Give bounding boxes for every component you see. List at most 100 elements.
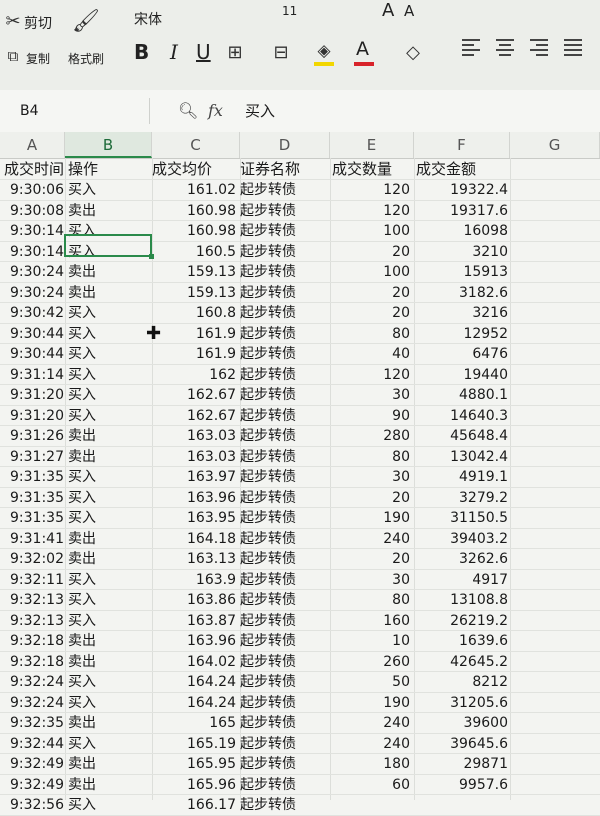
cell[interactable]: 164.02 — [150, 652, 238, 673]
cell[interactable]: 起步转债 — [240, 344, 330, 365]
cell[interactable]: 起步转债 — [240, 508, 330, 529]
cell[interactable]: 起步转债 — [240, 201, 330, 222]
cell[interactable]: 26219.2 — [414, 611, 510, 632]
cell[interactable]: 190 — [330, 508, 412, 529]
cell[interactable]: 10 — [330, 631, 412, 652]
cell[interactable]: 19440 — [414, 365, 510, 386]
cell[interactable]: 卖出 — [66, 529, 154, 550]
cell[interactable]: 起步转债 — [240, 406, 330, 427]
cell[interactable]: 卖出 — [66, 631, 154, 652]
name-box[interactable]: B4 — [0, 98, 150, 124]
cell[interactable]: 31205.6 — [414, 693, 510, 714]
fill-color-icon[interactable]: ◈ — [312, 38, 336, 64]
cell[interactable]: 买入 — [66, 672, 154, 693]
cell[interactable]: 起步转债 — [240, 590, 330, 611]
cell[interactable]: 起步转债 — [240, 180, 330, 201]
cell[interactable]: 卖出 — [66, 549, 154, 570]
cell[interactable]: 卖出 — [66, 201, 154, 222]
active-cell-selection[interactable] — [64, 234, 154, 259]
cell[interactable]: 买入 — [66, 611, 154, 632]
cell[interactable]: 9:31:26 — [0, 426, 65, 447]
cell[interactable]: 买入 — [66, 344, 154, 365]
cell[interactable]: 9:32:49 — [0, 754, 65, 775]
font-color-button[interactable]: A — [356, 38, 369, 60]
cell[interactable]: 起步转债 — [240, 611, 330, 632]
cell[interactable]: 9:31:35 — [0, 488, 65, 509]
cell[interactable]: 成交均价 — [150, 158, 238, 180]
cell[interactable]: 161.02 — [150, 180, 238, 201]
cell[interactable]: 164.24 — [150, 672, 238, 693]
cell[interactable]: 买入 — [66, 385, 154, 406]
cell[interactable]: 9:32:18 — [0, 652, 65, 673]
border-icon[interactable]: ⊞ — [222, 40, 248, 64]
cell[interactable]: 162 — [150, 365, 238, 386]
cell[interactable]: 9:32:44 — [0, 734, 65, 755]
cell[interactable]: 30 — [330, 467, 412, 488]
cell[interactable]: 90 — [330, 406, 412, 427]
cell[interactable]: 165.19 — [150, 734, 238, 755]
cell[interactable]: 卖出 — [66, 447, 154, 468]
justify-icon[interactable] — [564, 36, 584, 58]
cell[interactable]: 9:32:49 — [0, 775, 65, 796]
cell[interactable]: 起步转债 — [240, 303, 330, 324]
cell[interactable]: 9:31:14 — [0, 365, 65, 386]
cell[interactable]: 买入 — [66, 406, 154, 427]
cell[interactable]: 买入 — [66, 324, 154, 345]
cell[interactable]: 163.95 — [150, 508, 238, 529]
cell[interactable]: 3262.6 — [414, 549, 510, 570]
cell[interactable]: 起步转债 — [240, 713, 330, 734]
cell[interactable]: 买入 — [66, 590, 154, 611]
cell[interactable]: 3279.2 — [414, 488, 510, 509]
cell[interactable]: 160.8 — [150, 303, 238, 324]
cell[interactable]: 20 — [330, 242, 412, 263]
cell[interactable]: 买入 — [66, 734, 154, 755]
cell[interactable]: 9:32:35 — [0, 713, 65, 734]
cell[interactable]: 9:31:20 — [0, 385, 65, 406]
cell[interactable]: 120 — [330, 365, 412, 386]
cell[interactable]: 163.86 — [150, 590, 238, 611]
cell[interactable]: 买入 — [66, 488, 154, 509]
cell[interactable]: 9:30:06 — [0, 180, 65, 201]
cell[interactable]: 39403.2 — [414, 529, 510, 550]
cell[interactable]: 190 — [330, 693, 412, 714]
cell[interactable]: 13042.4 — [414, 447, 510, 468]
cell[interactable]: 9:32:13 — [0, 590, 65, 611]
cell[interactable]: 13108.8 — [414, 590, 510, 611]
cell[interactable]: 起步转债 — [240, 631, 330, 652]
cell[interactable]: 9:31:20 — [0, 406, 65, 427]
cell[interactable]: 166.17 — [150, 795, 238, 816]
cell[interactable]: 9:30:24 — [0, 283, 65, 304]
grow-font-button[interactable]: A — [382, 0, 394, 21]
italic-button[interactable]: I — [170, 40, 178, 64]
cell[interactable]: 163.96 — [150, 488, 238, 509]
cell[interactable]: 8212 — [414, 672, 510, 693]
cell[interactable]: 31150.5 — [414, 508, 510, 529]
cell[interactable]: 买入 — [66, 570, 154, 591]
cell[interactable]: 162.67 — [150, 385, 238, 406]
cell[interactable]: 成交时间 — [0, 158, 65, 180]
cell[interactable]: 162.67 — [150, 406, 238, 427]
cut-button[interactable]: 剪切 — [24, 13, 52, 33]
cell[interactable]: 240 — [330, 734, 412, 755]
formula-content[interactable]: 买入 — [245, 98, 275, 124]
cell[interactable]: 9:30:08 — [0, 201, 65, 222]
cell[interactable]: 9:32:56 — [0, 795, 65, 816]
cell[interactable]: 买入 — [66, 303, 154, 324]
shrink-font-button[interactable]: A — [404, 2, 414, 20]
cell[interactable]: 160.5 — [150, 242, 238, 263]
cell[interactable]: 163.03 — [150, 426, 238, 447]
cell[interactable]: 19322.4 — [414, 180, 510, 201]
cell[interactable]: 卖出 — [66, 754, 154, 775]
cell[interactable]: 起步转债 — [240, 693, 330, 714]
cell[interactable]: 起步转债 — [240, 242, 330, 263]
cell[interactable]: 起步转债 — [240, 262, 330, 283]
cell[interactable]: 3182.6 — [414, 283, 510, 304]
cell[interactable]: 证券名称 — [240, 158, 330, 180]
cell[interactable]: 9:31:35 — [0, 467, 65, 488]
cell[interactable]: 120 — [330, 201, 412, 222]
cell[interactable]: 起步转债 — [240, 549, 330, 570]
align-right-icon[interactable] — [530, 36, 550, 58]
cell[interactable]: 14640.3 — [414, 406, 510, 427]
cell[interactable]: 160.98 — [150, 221, 238, 242]
cell[interactable]: 起步转债 — [240, 672, 330, 693]
